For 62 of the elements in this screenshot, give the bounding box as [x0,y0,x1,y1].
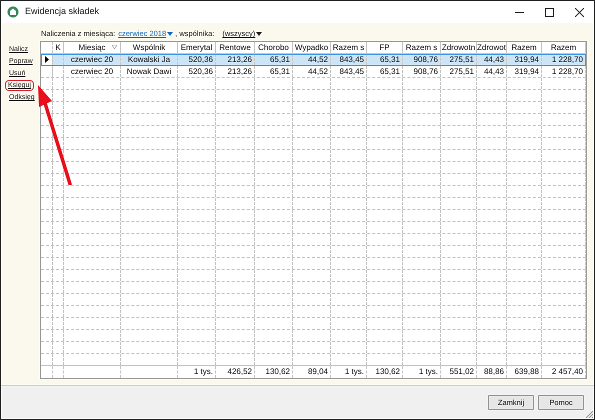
table-cell: 275,51 [450,54,474,65]
total-cell: 1 tys. [344,366,364,378]
table-cell: 1 228,70 [552,66,583,77]
table-cell: 908,76 [414,54,438,65]
column-header[interactable]: Zdrowotn [441,42,477,53]
column-header[interactable]: Emerytal [178,42,216,53]
app-logo-icon [7,6,19,18]
table-cell: 843,45 [340,66,364,77]
column-header[interactable]: K [53,42,64,53]
total-cell: 130,62 [266,366,290,378]
table-cell: 520,36 [188,66,213,77]
total-cell: 1 tys. [194,366,213,378]
table-cell: 65,31 [270,54,290,65]
window-title: Ewidencja składek [25,5,100,18]
table-row[interactable]: czerwiec 20 Nowak Dawi 520,36 213,26 65,31 44,52 843,45 65,31 908,76 275,51 44,43 319,94 1 228,70 [41,66,586,78]
table-cell: 319,94 [514,54,539,65]
table-row[interactable]: czerwiec 20 Kowalski Ja 520,36 213,26 65,31 44,52 843,45 65,31 908,76 275,51 44,43 319,94 1 228,70 [41,54,586,66]
table-cell: 65,31 [270,66,290,77]
table-cell: czerwiec 20 [70,54,114,65]
table-cell: 213,26 [228,54,252,65]
table-cell: 44,52 [308,66,328,77]
table-cell: 1 228,70 [552,54,583,65]
total-cell: 1 tys. [418,366,438,378]
table-cell: Kowalski Ja [128,54,170,65]
caret-icon [256,32,262,36]
column-header[interactable]: Wspólnik [121,42,178,53]
total-cell: 551,02 [450,366,474,378]
column-header[interactable]: Rentowe [216,42,255,53]
column-header[interactable]: Wypadko [293,42,331,53]
total-cell: 89,04 [308,366,328,378]
table-cell: 65,31 [380,66,400,77]
table-cell: 65,31 [380,54,400,65]
table-cell: 275,51 [450,66,474,77]
column-header[interactable]: Chorobo [255,42,293,53]
total-cell: 426,52 [228,366,252,378]
column-header[interactable]: FP [367,42,403,53]
table-cell: 44,43 [484,66,504,77]
column-header[interactable]: Miesiąc [64,42,121,53]
row-pointer-icon [44,56,48,63]
table-cell: 44,43 [484,54,504,65]
column-header[interactable]: Razem s [403,42,441,53]
total-cell: 88,86 [484,366,504,378]
column-header[interactable]: Zdrowot [477,42,507,53]
table-cell: 319,94 [514,66,539,77]
resize-grip-icon [586,411,593,418]
maximize-icon [544,8,554,16]
sort-icon [112,45,117,49]
table-cell: 213,26 [228,66,252,77]
table-cell: czerwiec 20 [70,66,114,77]
total-cell: 2 457,40 [552,366,583,378]
table-cell: 843,45 [340,54,364,65]
column-header[interactable]: Razem [507,42,542,53]
total-cell: 639,88 [514,366,539,378]
table-cell: Nowak Dawi [126,66,172,77]
close-icon [574,8,584,16]
table-cell: 520,36 [188,54,213,65]
caret-icon [167,32,174,36]
table-cell: 44,52 [308,54,328,65]
column-header[interactable]: Razem s [331,42,367,53]
table-cell: 908,76 [414,66,438,77]
column-header[interactable]: Razem [542,42,586,53]
total-cell: 130,62 [376,366,400,378]
